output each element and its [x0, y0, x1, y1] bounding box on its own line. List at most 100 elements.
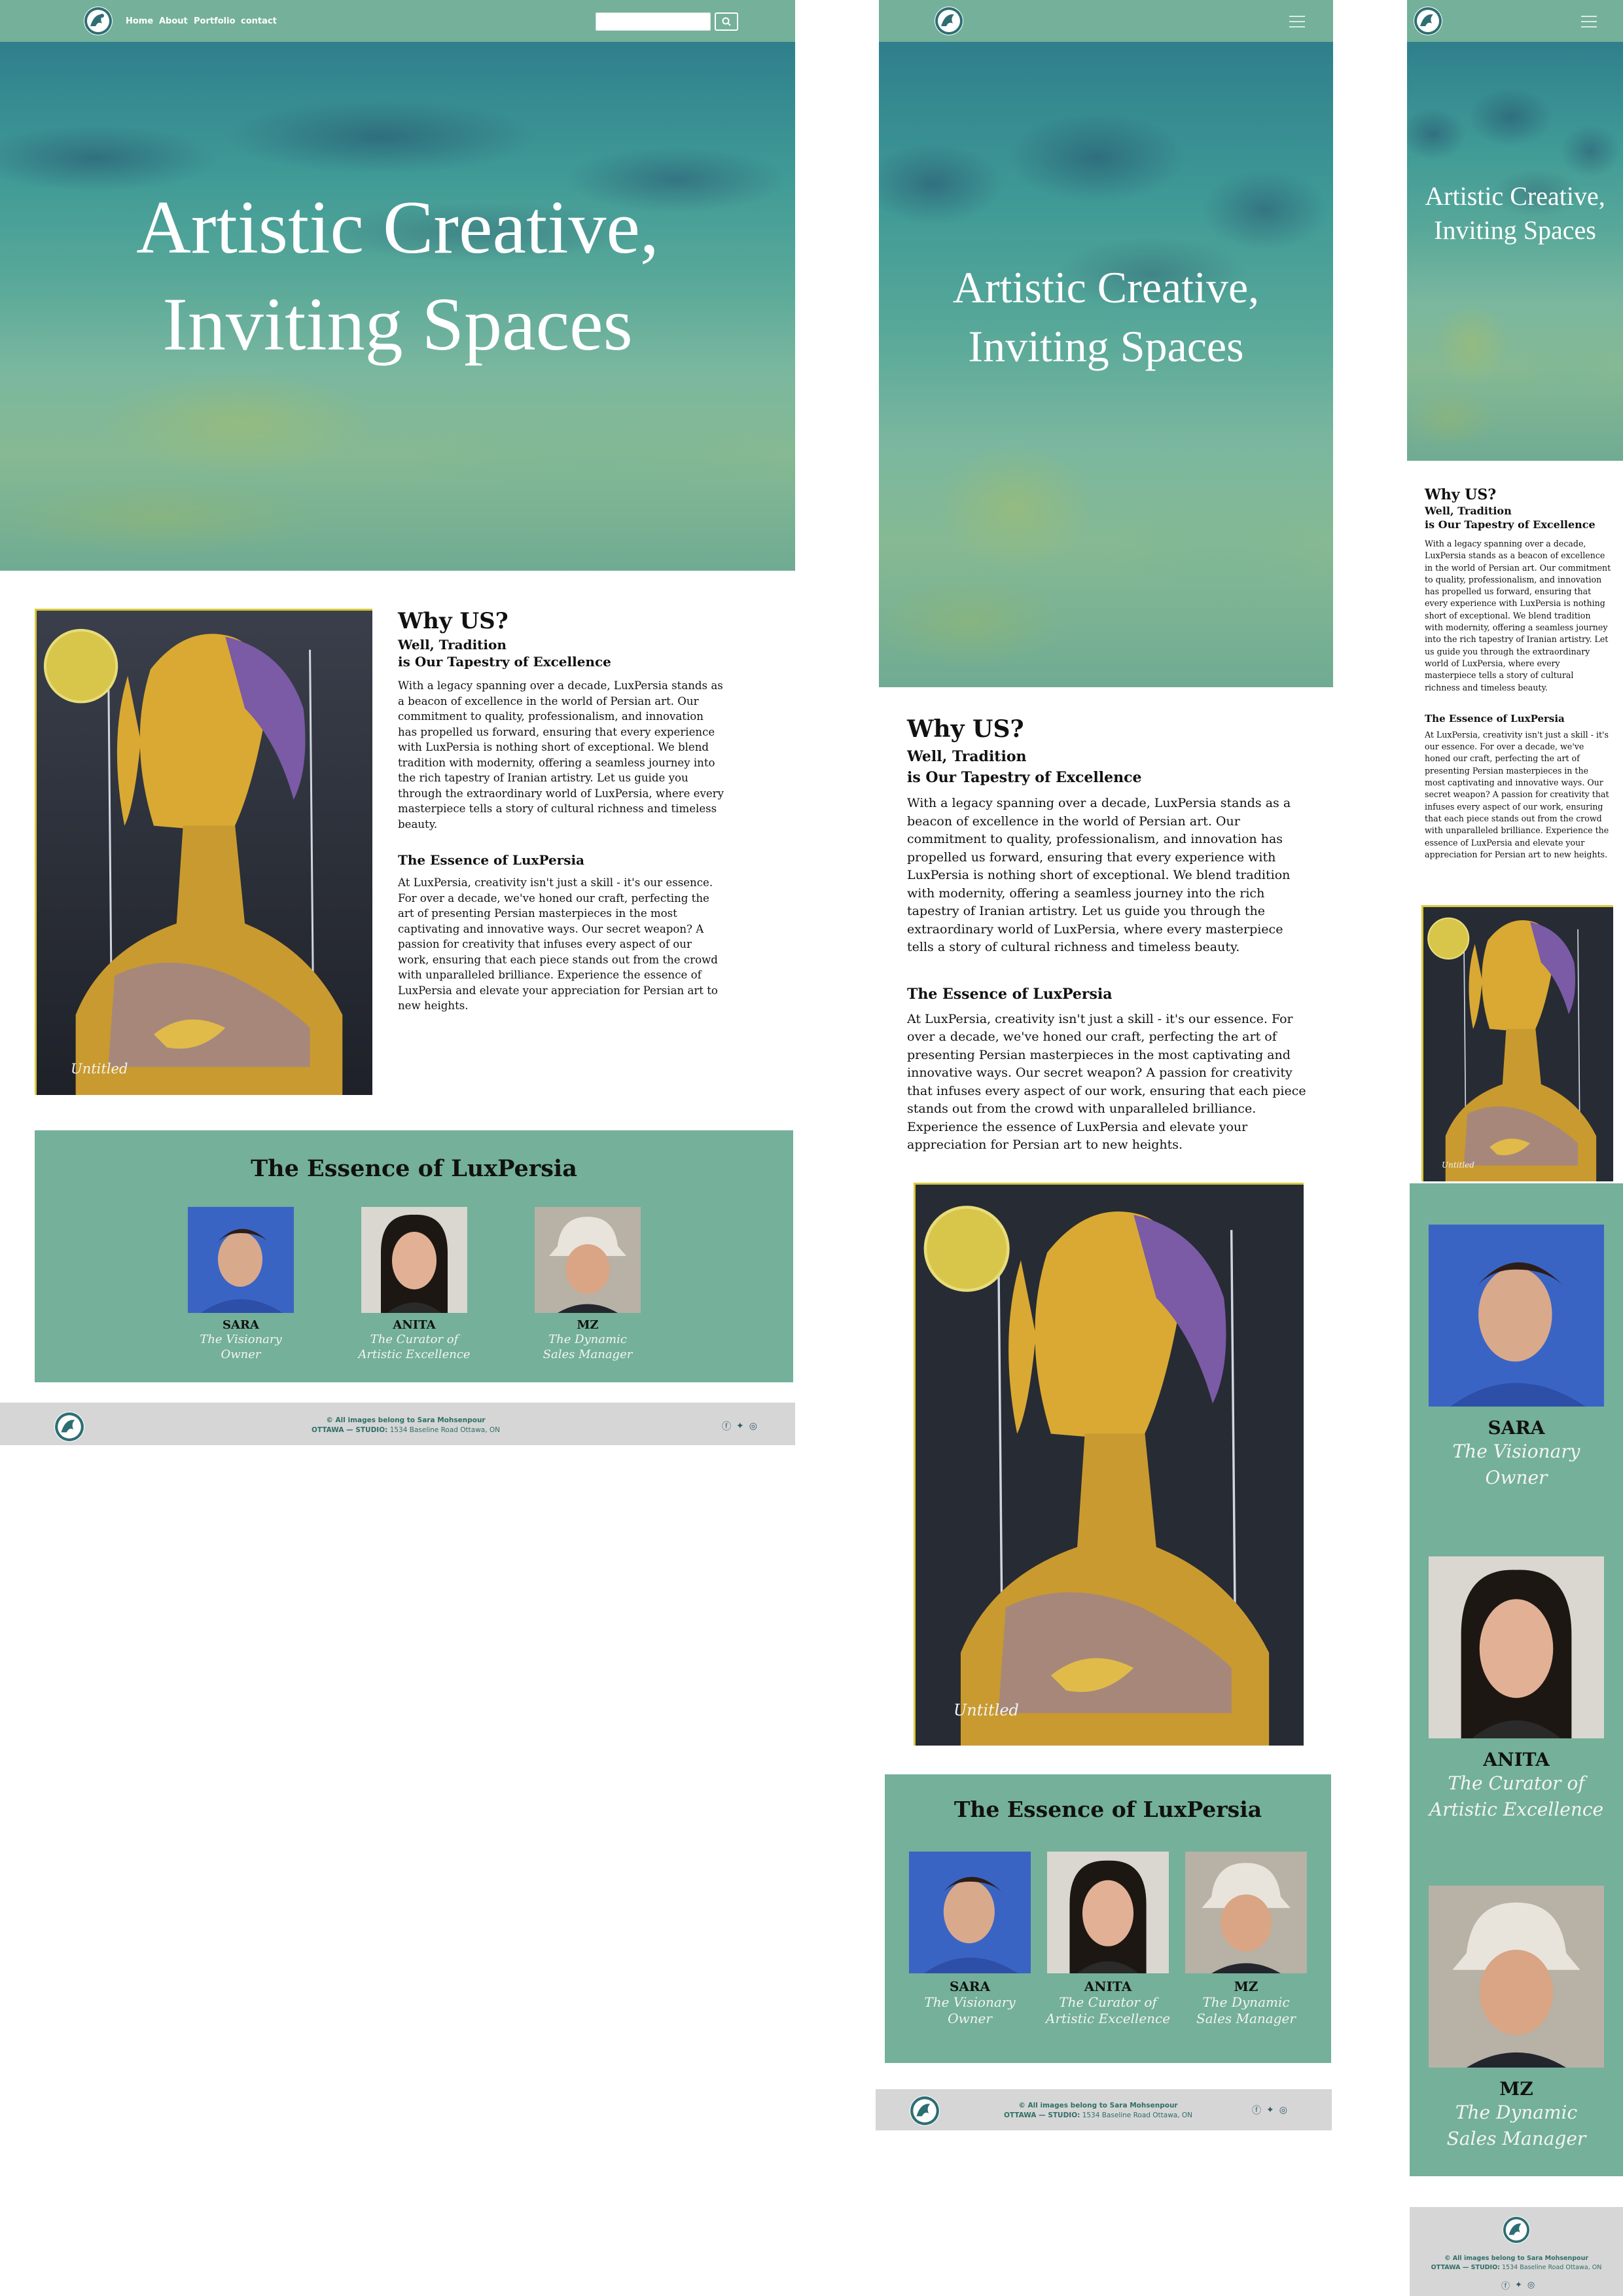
- painting-image: Untitled: [1421, 905, 1613, 1181]
- member-role: The Curator of Artistic Excellence: [1045, 1994, 1171, 2026]
- hero-title: Artistic Creative, Inviting Spaces: [1425, 181, 1605, 245]
- mobile-view: Artistic Creative, Inviting Spaces Why U…: [1407, 0, 1623, 2296]
- team-title: The Essence of LuxPersia: [954, 1797, 1262, 1822]
- footer-studio-label: OTTAWA — STUDIO:: [1003, 2111, 1080, 2119]
- logo-icon[interactable]: [1414, 7, 1442, 35]
- member-role: The Dynamic Sales Manager: [1446, 2102, 1586, 2149]
- member-photo-sara: [1429, 1225, 1604, 1407]
- hero-banner: Artistic Creative, Inviting Spaces: [0, 42, 795, 571]
- team-member: MZ The Dynamic Sales Manager: [506, 1207, 669, 1362]
- painting-caption: Untitled: [1442, 1160, 1474, 1170]
- team-member: SARA The Visionary Owner: [1410, 1225, 1623, 1491]
- painting-image: Untitled: [35, 609, 372, 1095]
- logo-icon[interactable]: [84, 7, 113, 35]
- why-title: Why US?: [1425, 486, 1497, 503]
- search-input[interactable]: [596, 12, 711, 31]
- team-section: SARA The Visionary Owner ANITA The Curat…: [1410, 1183, 1623, 2176]
- search-icon: [722, 17, 731, 26]
- team-title: The Essence of LuxPersia: [251, 1155, 577, 1182]
- member-name: MZ: [1234, 1979, 1258, 1994]
- member-role: The Dynamic Sales Manager: [543, 1333, 633, 1361]
- footer: © All images belong to Sara Mohsenpour O…: [0, 1403, 795, 1445]
- member-role: The Visionary Owner: [1452, 1441, 1580, 1488]
- team-member: ANITA The Curator of Artistic Excellence: [1036, 1852, 1180, 2027]
- member-name: ANITA: [1483, 1749, 1550, 1770]
- facebook-icon[interactable]: ⓕ: [722, 1420, 731, 1433]
- instagram-icon[interactable]: ◎: [1527, 2280, 1535, 2290]
- navbar: [879, 0, 1333, 42]
- essence-body: At LuxPersia, creativity isn't just a sk…: [1425, 729, 1609, 859]
- twitter-icon[interactable]: ✦: [736, 1421, 744, 1431]
- search-button[interactable]: [715, 12, 738, 31]
- why-title: Why US?: [907, 715, 1024, 743]
- essence-title: The Essence of LuxPersia: [1425, 712, 1565, 725]
- hero-banner: Artistic Creative, Inviting Spaces: [1407, 42, 1623, 461]
- hamburger-menu-icon[interactable]: [1581, 16, 1597, 31]
- footer: © All images belong to Sara Mohsenpour O…: [876, 2089, 1332, 2130]
- member-role: The Dynamic Sales Manager: [1196, 1994, 1296, 2026]
- footer-logo-icon[interactable]: [54, 1412, 84, 1442]
- footer-text: © All images belong to Sara Mohsenpour O…: [961, 2101, 1236, 2121]
- hero-title: Artistic Creative, Inviting Spaces: [136, 186, 659, 367]
- footer-logo-icon[interactable]: [1503, 2216, 1530, 2244]
- tablet-view: Artistic Creative, Inviting Spaces Why U…: [876, 0, 1334, 2134]
- footer-copyright: © All images belong to Sara Mohsenpour: [326, 1416, 486, 1424]
- footer-text: © All images belong to Sara Mohsenpour O…: [1410, 2254, 1623, 2272]
- member-photo-mz: [1429, 1886, 1604, 2068]
- desktop-view: Home About Portfolio contact Artistic Cr…: [0, 0, 795, 1446]
- instagram-icon[interactable]: ◎: [749, 1421, 757, 1431]
- team-member: MZ The Dynamic Sales Manager: [1410, 1886, 1623, 2152]
- member-photo-mz: [535, 1207, 641, 1313]
- nav-portfolio[interactable]: Portfolio: [194, 16, 236, 26]
- member-photo-anita: [1429, 1556, 1604, 1738]
- member-name: SARA: [949, 1979, 991, 1994]
- member-name: SARA: [1488, 1417, 1545, 1439]
- essence-title: The Essence of LuxPersia: [398, 852, 585, 868]
- nav-contact[interactable]: contact: [241, 16, 277, 26]
- twitter-icon[interactable]: ✦: [1515, 2280, 1522, 2290]
- member-name: SARA: [223, 1318, 259, 1332]
- member-name: MZ: [1499, 2078, 1533, 2100]
- why-subtitle: Well, Tradition is Our Tapestry of Excel…: [398, 637, 611, 670]
- essence-title: The Essence of LuxPersia: [907, 985, 1113, 1003]
- essence-body: At LuxPersia, creativity isn't just a sk…: [907, 1011, 1306, 1153]
- facebook-icon[interactable]: ⓕ: [1252, 2104, 1261, 2117]
- why-subtitle: Well, Tradition is Our Tapestry of Excel…: [907, 748, 1142, 786]
- team-member: MZ The Dynamic Sales Manager: [1174, 1852, 1318, 2027]
- footer-copyright: © All images belong to Sara Mohsenpour: [1444, 2255, 1589, 2262]
- nav-home[interactable]: Home: [126, 16, 153, 26]
- painting-image: Untitled: [914, 1183, 1304, 1746]
- navbar: [1407, 0, 1623, 42]
- team-member: ANITA The Curator of Artistic Excellence: [332, 1207, 496, 1362]
- why-section: Why US? Well, Tradition is Our Tapestry …: [398, 607, 725, 1014]
- why-body: With a legacy spanning over a decade, Lu…: [398, 679, 724, 831]
- social-links: ⓕ ✦ ◎: [722, 1420, 757, 1433]
- hamburger-menu-icon[interactable]: [1289, 16, 1305, 31]
- why-title: Why US?: [398, 608, 508, 634]
- instagram-icon[interactable]: ◎: [1279, 2105, 1287, 2115]
- painting-caption: Untitled: [954, 1701, 1019, 1719]
- social-links: ⓕ ✦ ◎: [1501, 2279, 1535, 2291]
- footer-copyright: © All images belong to Sara Mohsenpour: [1018, 2102, 1178, 2109]
- footer-studio-label: OTTAWA — STUDIO:: [1431, 2264, 1500, 2271]
- member-name: MZ: [577, 1318, 599, 1332]
- member-photo-sara: [909, 1852, 1031, 1973]
- member-photo-mz: [1185, 1852, 1307, 1973]
- navbar: Home About Portfolio contact: [0, 0, 795, 42]
- facebook-icon[interactable]: ⓕ: [1501, 2279, 1510, 2291]
- logo-icon[interactable]: [935, 7, 963, 35]
- footer: © All images belong to Sara Mohsenpour O…: [1410, 2207, 1623, 2296]
- twitter-icon[interactable]: ✦: [1266, 2105, 1274, 2115]
- footer-text: © All images belong to Sara Mohsenpour O…: [196, 1416, 615, 1435]
- footer-address: 1534 Baseline Road Ottawa, ON: [389, 1426, 501, 1434]
- team-member: SARA The Visionary Owner: [159, 1207, 323, 1362]
- team-section: The Essence of LuxPersia SARA The Vision…: [885, 1774, 1331, 2063]
- footer-logo-icon[interactable]: [910, 2096, 940, 2126]
- team-member: SARA The Visionary Owner: [898, 1852, 1042, 2027]
- why-body: With a legacy spanning over a decade, Lu…: [907, 796, 1291, 954]
- hero-banner: Artistic Creative, Inviting Spaces: [879, 42, 1333, 687]
- team-member: ANITA The Curator of Artistic Excellence: [1410, 1556, 1623, 1823]
- nav-about[interactable]: About: [159, 16, 188, 26]
- member-role: The Curator of Artistic Excellence: [358, 1333, 471, 1361]
- member-name: ANITA: [393, 1318, 436, 1332]
